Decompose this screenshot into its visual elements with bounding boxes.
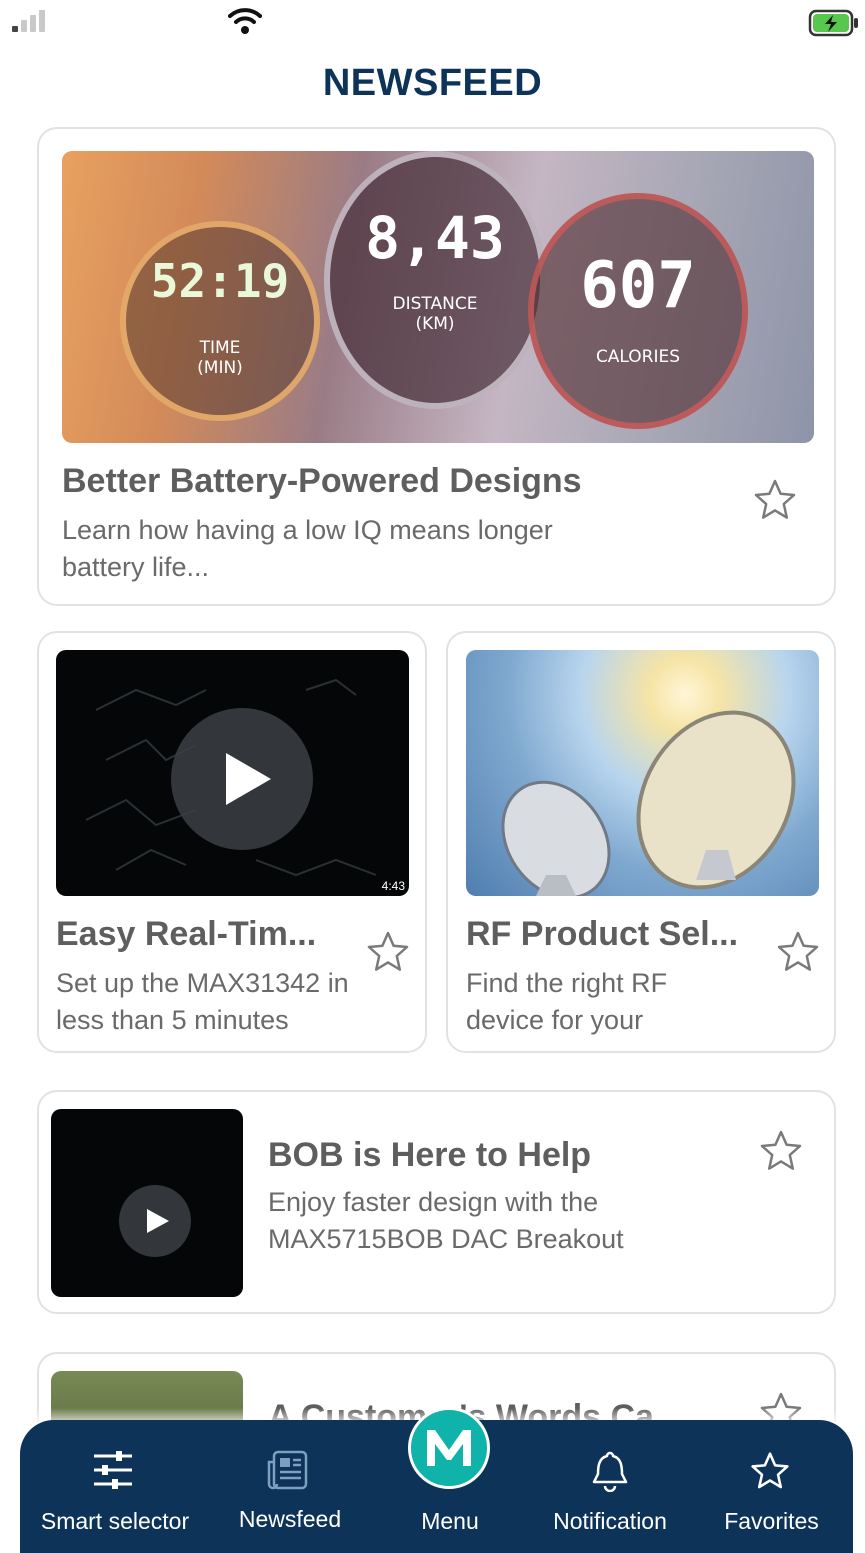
- tab-label: Favorites: [724, 1508, 819, 1534]
- tab-label: Notification: [553, 1508, 667, 1534]
- maxim-logo-icon: [427, 1430, 471, 1466]
- card-title: RF Product Sel...: [466, 915, 739, 953]
- calories-label: CALORIES: [595, 347, 681, 367]
- time-label: TIME (MIN): [197, 338, 243, 378]
- tab-label: Newsfeed: [238, 1506, 342, 1532]
- card-description: Enjoy faster design with the MAX5715BOB …: [268, 1187, 624, 1254]
- favorite-star-icon[interactable]: [752, 477, 798, 523]
- rf-article-card[interactable]: RF Product Sel... Find the right RF devi…: [446, 631, 836, 1053]
- tab-label: Menu: [421, 1508, 479, 1534]
- sliders-icon: [94, 1451, 132, 1489]
- time-ring: 52:19 TIME (MIN): [120, 221, 320, 421]
- fitness-tracker-image: 52:19 TIME (MIN) 8,43 DISTANCE (KM) 607 …: [62, 151, 814, 443]
- tab-newsfeed[interactable]: Newsfeed: [210, 1420, 370, 1553]
- wifi-icon: [228, 8, 262, 34]
- video-thumbnail[interactable]: [51, 1109, 243, 1297]
- status-bar: [0, 0, 865, 50]
- calories-value: 607: [580, 249, 696, 323]
- signal-icon: [12, 10, 45, 32]
- calories-ring: 607 CALORIES: [528, 193, 748, 429]
- tab-notification[interactable]: Notification: [530, 1420, 690, 1553]
- play-button[interactable]: [171, 708, 313, 850]
- video-article-card[interactable]: 4:43 Easy Real-Tim... Set up the MAX3134…: [37, 631, 427, 1053]
- newspaper-icon: [267, 1450, 308, 1490]
- time-value: 52:19: [150, 254, 290, 308]
- video-duration: 4:43: [381, 879, 405, 893]
- page-title: NEWSFEED: [322, 62, 543, 104]
- tab-label: Smart selector: [40, 1508, 190, 1534]
- distance-label: DISTANCE (KM): [392, 294, 478, 334]
- battery-charging-icon: [808, 9, 858, 37]
- featured-title: Better Battery-Powered Designs: [62, 462, 582, 500]
- distance-ring: 8,43 DISTANCE (KM): [324, 151, 546, 409]
- tab-smart-selector[interactable]: Smart selector: [20, 1420, 210, 1553]
- card-title: BOB is Here to Help: [268, 1136, 592, 1174]
- menu-button[interactable]: [408, 1407, 490, 1489]
- card-title: Easy Real-Tim...: [56, 915, 317, 953]
- list-article-card[interactable]: BOB is Here to Help Enjoy faster design …: [37, 1090, 836, 1314]
- favorite-star-icon[interactable]: [365, 929, 411, 975]
- favorite-star-icon[interactable]: [775, 929, 821, 975]
- play-button[interactable]: [119, 1185, 191, 1257]
- star-icon: [751, 1452, 789, 1489]
- featured-article-card[interactable]: 52:19 TIME (MIN) 8,43 DISTANCE (KM) 607 …: [37, 127, 836, 606]
- bell-icon: [592, 1451, 628, 1492]
- favorite-star-icon[interactable]: [758, 1128, 804, 1174]
- card-description: Find the right RF device for your: [466, 968, 668, 1035]
- featured-description: Learn how having a low IQ means longer b…: [62, 515, 553, 582]
- tab-favorites[interactable]: Favorites: [690, 1420, 853, 1553]
- video-thumbnail[interactable]: 4:43: [56, 650, 409, 896]
- card-description: Set up the MAX31342 in less than 5 minut…: [56, 968, 349, 1035]
- satellite-dish-image: [466, 650, 819, 896]
- distance-value: 8,43: [365, 204, 505, 272]
